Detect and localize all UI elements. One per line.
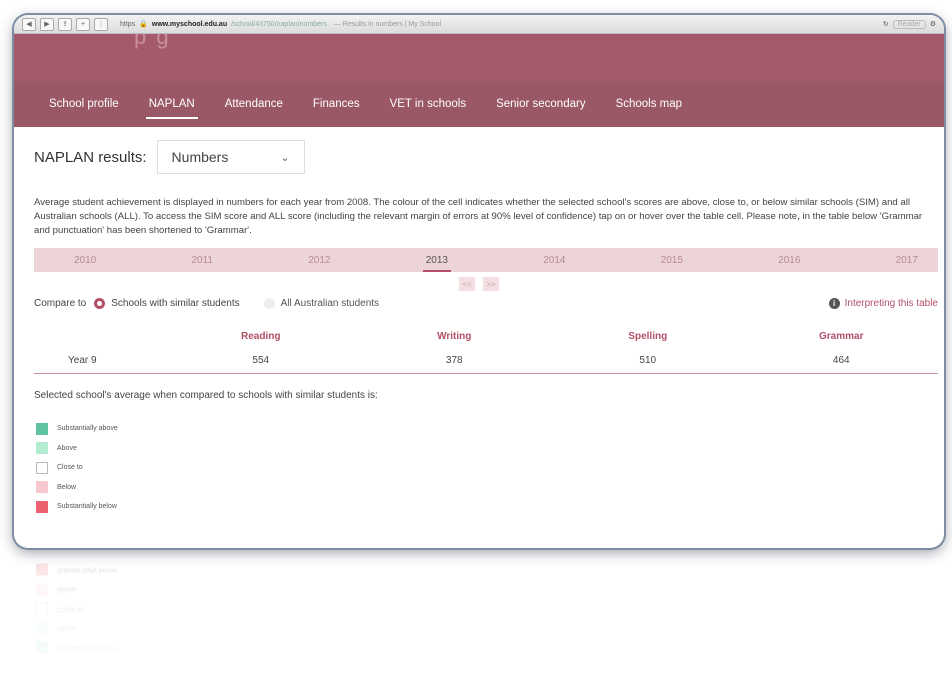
year-tab-2011[interactable]: 2011 [191,255,213,266]
site-banner: p g [14,34,944,81]
legend-swatch [36,481,48,494]
reflection-legend: Substantially above Above Close to Below… [36,560,944,658]
results-table: Reading Writing Spelling Grammar Year 9 … [34,325,938,374]
address-bar[interactable]: https 🔒 www.myschool.edu.au /school/4375… [120,20,442,29]
interpreting-link[interactable]: i Interpreting this table [828,298,938,309]
page-title: — Results in numbers | My School [333,20,442,28]
column-header-writing: Writing [437,330,472,342]
results-label: NAPLAN results: [34,148,147,166]
radio-similar-students[interactable] [94,298,106,309]
reflection-legend-item: Substantially above [36,638,944,658]
reflection-legend-label: Above [57,624,77,632]
column-header-spelling: Spelling [628,330,668,342]
year-tab-2014[interactable]: 2014 [543,255,565,266]
reflection-legend-label: Below [57,585,77,593]
chevron-down-icon: ⌄ [280,151,290,164]
results-view-value: Numbers [171,149,229,165]
legend-label: Above [57,444,77,452]
url-domain: www.myschool.edu.au [151,20,228,28]
legend: Substantially above Above Close to Below… [36,419,944,517]
legend-label: Close to [57,464,83,472]
results-description: Average student achievement is displayed… [34,197,923,236]
reflection-legend-label: Substantially above [57,644,118,652]
year-tab-2013[interactable]: 2013 [422,255,452,272]
reflection-legend-label: Close to [57,605,83,613]
legend-item: Below [36,478,944,498]
url-protocol: https [120,20,136,28]
info-icon: i [828,298,840,309]
year-tab-2017[interactable]: 2017 [896,255,918,266]
legend-title: Selected school's average when compared … [34,390,378,401]
main-nav: School profile NAPLAN Attendance Finance… [14,81,944,127]
results-view-dropdown[interactable]: Numbers ⌄ [156,140,305,174]
cell-spelling[interactable]: 510 [551,355,745,366]
radio-all-australian[interactable] [263,298,275,309]
browser-window: ◀ ▶ ⇪ + ⋮ https 🔒 www.myschool.edu.au /s… [14,15,944,548]
add-tab-icon[interactable]: + [76,17,90,31]
reload-icon[interactable]: ↻ [883,20,889,28]
back-icon[interactable]: ◀ [22,17,36,31]
radio-label-similar-students[interactable]: Schools with similar students [111,298,239,309]
compare-label: Compare to [34,298,87,309]
legend-item: Above [36,439,944,459]
prev-years-button[interactable]: << [459,277,475,291]
url-path: /school/43750/naplan/numbers [231,20,327,28]
forward-icon[interactable]: ▶ [40,17,54,31]
legend-item: Substantially above [36,419,944,439]
legend-swatch [36,422,48,435]
cell-writing[interactable]: 378 [358,355,552,366]
column-header-grammar: Grammar [819,330,864,342]
reflection-legend-label: Substantially below [57,566,117,574]
nav-item-vet-in-schools[interactable]: VET in schools [375,81,482,127]
nav-item-school-profile[interactable]: School profile [34,81,134,127]
cell-grammar[interactable]: 464 [745,355,939,366]
reflection-legend-item: Above [36,619,944,639]
cell-reading[interactable]: 554 [164,355,358,366]
legend-label: Substantially below [57,503,117,511]
nav-item-schools-map[interactable]: Schools map [601,81,697,127]
year-pager: << >> [14,277,944,291]
window-reflection: Substantially above Above Close to Below… [14,560,944,691]
nav-item-senior-secondary[interactable]: Senior secondary [481,81,601,127]
reflection-legend-swatch [36,583,48,596]
share-icon[interactable]: ⇪ [58,17,72,31]
nav-item-attendance[interactable]: Attendance [210,81,298,127]
reflection-legend-swatch [36,602,48,615]
reflection-legend-item: Below [36,580,944,600]
table-header-row: Reading Writing Spelling Grammar [34,325,938,347]
legend-swatch [36,461,48,474]
reflection-legend-swatch [36,622,48,635]
settings-icon[interactable]: ⚙ [930,20,936,28]
legend-label: Below [57,483,77,491]
interpreting-label: Interpreting this table [844,298,938,309]
next-years-button[interactable]: >> [483,277,499,291]
reflection-legend-item: Substantially below [36,560,944,580]
row-label-year-9: Year 9 [68,354,97,366]
year-tab-2016[interactable]: 2016 [778,255,800,266]
radio-label-all-australian[interactable]: All Australian students [281,298,379,309]
lock-icon: 🔒 [139,21,148,28]
browser-toolbar: ◀ ▶ ⇪ + ⋮ https 🔒 www.myschool.edu.au /s… [14,15,944,34]
year-tab-2010[interactable]: 2010 [74,255,96,266]
legend-label: Substantially above [57,425,118,433]
compare-row: Compare to Schools with similar students… [34,298,938,309]
year-tab-2015[interactable]: 2015 [661,255,683,266]
legend-swatch [36,442,48,455]
legend-item: Substantially below [36,497,944,517]
reflection-legend-swatch [36,563,48,576]
banner-title-fragment: p g [134,34,171,49]
bookmarks-icon[interactable]: ⋮ [94,17,108,31]
table-row: Year 9 554 378 510 464 [34,347,938,374]
legend-swatch [36,500,48,513]
results-selector-row: NAPLAN results: Numbers ⌄ [34,140,944,174]
legend-item: Close to [36,458,944,478]
reader-button[interactable]: Reader [892,19,926,29]
nav-item-naplan[interactable]: NAPLAN [134,81,210,127]
reflection-legend-swatch [36,641,48,654]
reflection-legend-item: Close to [36,599,944,619]
year-selector: 2010 2011 2012 2013 2014 2015 2016 2017 [34,248,938,272]
year-tab-2012[interactable]: 2012 [308,255,330,266]
column-header-reading: Reading [241,330,281,342]
nav-item-finances[interactable]: Finances [298,81,375,127]
